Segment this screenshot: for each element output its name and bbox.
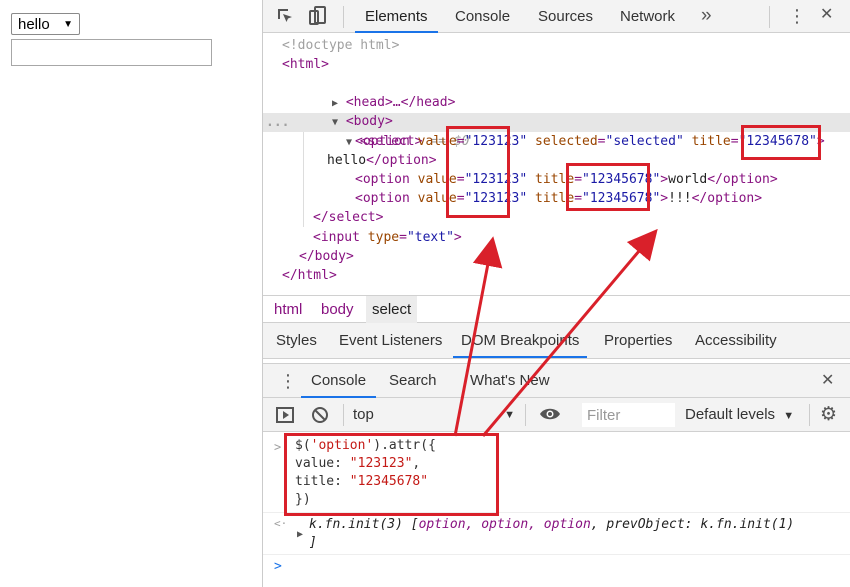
dom-html-open[interactable]: <html> [282,55,329,74]
tab-network[interactable]: Network [620,0,675,33]
breadcrumb-html[interactable]: html [274,296,302,323]
tab-console[interactable]: Console [455,0,510,33]
dom-select-close[interactable]: </select> [313,208,383,227]
drawer-tabbar: ⋮ Console Search What's New ✕ [263,363,850,398]
annotation-box-command [284,433,499,516]
console-toolbar: top ▼ Default levels ▼ ⚙ [263,398,850,432]
dom-doctype: <!doctype html> [282,38,400,53]
chevron-down-icon: ▼ [504,409,515,421]
tab-accessibility[interactable]: Accessibility [695,323,777,358]
breadcrumb: html body select [263,295,850,323]
input-type: "text" [406,230,454,245]
breadcrumb-body[interactable]: body [321,296,354,323]
live-expression-eye-icon[interactable] [539,406,561,426]
sidebar-panes-tabbar: Styles Event Listeners DOM Breakpoints P… [263,323,850,359]
dom-body-close[interactable]: </body> [299,247,354,266]
page-select-value: hello [18,15,50,33]
page-select-dropdown[interactable]: hello ▼ [11,13,80,35]
console-result-line-2: ] [309,535,317,550]
new-prompt-icon[interactable]: > [274,558,282,576]
page-text-input[interactable] [11,39,212,66]
dom-html-close[interactable]: </html> [282,266,337,285]
chevron-down-icon: ▼ [63,18,73,30]
annotation-box-values [446,126,510,218]
close-icon[interactable]: ✕ [820,7,833,23]
tab-sources[interactable]: Sources [538,0,593,33]
expand-result-triangle-icon[interactable]: ▶ [297,526,303,544]
drawer-menu-icon[interactable]: ⋮ [279,372,297,390]
opt1-selected-attr: selected [535,134,598,149]
chevron-down-icon: ▼ [783,410,795,422]
dom-select-node[interactable]: ▼ <select> == $0 [299,113,469,149]
device-toolbar-icon[interactable] [309,6,327,30]
opt1-selected-val: "selected" [605,134,684,149]
toolbar-divider [525,404,526,426]
toolbar-divider [809,404,810,426]
dom-body-node[interactable]: ▼ <body> [285,93,393,129]
input-prompt-icon: > [274,440,282,454]
sidebar-toggle-icon[interactable] [276,406,294,428]
dom-option-3[interactable]: <option value="123123" title="12345678">… [355,189,762,208]
rendered-page: hello ▼ [0,0,262,587]
toolbar-divider [343,6,344,28]
node-actions-ellipsis[interactable]: ... [266,113,289,132]
tab-dom-breakpoints[interactable]: DOM Breakpoints [453,323,588,358]
inspect-element-icon[interactable] [276,7,294,29]
context-value: top [353,406,374,423]
drawer-close-icon[interactable]: ✕ [821,373,834,389]
collapse-triangle-icon[interactable]: ▼ [346,137,352,148]
opt3-text: !!! [668,191,692,206]
tab-event-listeners[interactable]: Event Listeners [339,323,442,358]
levels-value: Default levels [685,406,776,423]
drawer-tab-search[interactable]: Search [389,364,437,398]
log-levels-dropdown[interactable]: Default levels ▼ [685,403,794,427]
tree-guide-line [303,132,304,227]
console-message-divider [263,554,850,555]
result-part: k.fn.init(3) [ [309,517,419,532]
tab-styles[interactable]: Styles [276,323,317,358]
tab-properties[interactable]: Properties [604,323,672,358]
result-objects: option, option, option [418,517,591,532]
opt1-text: hello [327,153,367,168]
result-part: , prevObject: k.fn.init(1) [590,517,795,532]
dom-head-node[interactable]: ▶ <head>…</head> [285,74,455,110]
kebab-menu-icon[interactable]: ⋮ [788,7,806,25]
tab-elements[interactable]: Elements [355,0,438,33]
context-selector[interactable]: top ▼ [353,403,521,427]
annotation-box-titles-2-3 [566,163,650,211]
console-result-line-1[interactable]: k.fn.init(3) [option, option, option, pr… [309,516,794,534]
toolbar-divider [769,6,770,28]
toolbar-divider [343,404,344,426]
result-prompt-icon: <· [274,517,288,530]
clear-console-icon[interactable] [311,406,329,428]
console-settings-gear-icon[interactable]: ⚙ [820,405,837,424]
dom-option-1-text: hello</option> [327,153,437,168]
console-filter-input[interactable] [582,403,675,427]
drawer-tab-whats-new[interactable]: What's New [470,364,550,398]
more-tabs-icon[interactable]: » [701,6,712,25]
elements-dom-tree: <!doctype html> <html> ▶ <head>…</head> … [263,33,850,295]
annotation-box-title-1 [741,125,821,160]
devtools-main-tabbar: Elements Console Sources Network » ⋮ ✕ [263,0,850,33]
breadcrumb-select[interactable]: select [366,296,418,323]
dom-input-node[interactable]: <input type="text"> [313,228,462,247]
drawer-tab-console[interactable]: Console [301,364,377,398]
opt2-text: world [668,172,708,187]
